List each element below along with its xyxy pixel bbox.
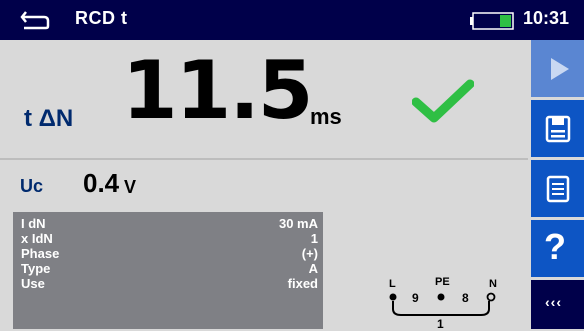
tdn-label: t ΔN xyxy=(24,105,74,132)
play-icon xyxy=(551,58,569,80)
help-icon: ? xyxy=(544,226,566,267)
parameter-row[interactable]: I dN 30 mA xyxy=(21,216,318,231)
uc-unit: V xyxy=(124,177,137,197)
start-button[interactable] xyxy=(531,40,584,99)
terminal-number-left: 9 xyxy=(412,291,419,305)
terminal-diagram: L PE N 9 8 1 xyxy=(389,276,497,329)
terminal-l-dot xyxy=(389,293,397,301)
terminal-pe-dot xyxy=(437,293,445,301)
list-icon xyxy=(546,175,570,203)
status-bar: RCD t 10:31 xyxy=(0,0,584,40)
parameter-row[interactable]: Use fixed xyxy=(21,276,318,291)
uc-value: 0.4 xyxy=(83,168,120,198)
clock: 10:31 xyxy=(523,8,570,28)
parameter-name: x IdN xyxy=(21,231,53,246)
more-options-button[interactable]: ‹‹‹ xyxy=(531,280,584,331)
uc-label: Uc xyxy=(20,176,44,196)
parameter-row[interactable]: x IdN 1 xyxy=(21,231,318,246)
terminal-label-n: N xyxy=(489,278,497,290)
parameter-name: I dN xyxy=(21,216,46,231)
page-title: RCD t xyxy=(75,8,128,28)
terminal-number-bottom: 1 xyxy=(437,317,444,329)
parameter-value: A xyxy=(308,261,318,276)
measurement-panel: t ΔN 11.5 ms Uc 0.4 V I dN 30 mA x IdN 1… xyxy=(0,40,528,329)
terminal-n-dot xyxy=(486,292,496,302)
save-icon xyxy=(545,115,571,143)
parameter-row[interactable]: Phase (+) xyxy=(21,246,318,261)
parameter-name: Use xyxy=(21,276,45,291)
tdn-value: 11.5 xyxy=(122,44,313,137)
parameter-name: Type xyxy=(21,261,51,276)
terminal-number-right: 8 xyxy=(462,291,469,305)
battery-icon xyxy=(470,12,514,30)
parameter-value: (+) xyxy=(301,246,318,261)
parameter-panel[interactable]: I dN 30 mA x IdN 1 Phase (+) Type A Use … xyxy=(13,212,323,329)
sidebar: ? ‹‹‹ xyxy=(528,40,584,331)
terminal-label-pe: PE xyxy=(435,276,450,288)
help-button[interactable]: ? xyxy=(531,220,584,279)
parameter-row[interactable]: Type A xyxy=(21,261,318,276)
terminal-connection xyxy=(392,301,490,316)
parameter-value: 1 xyxy=(310,231,318,246)
save-button[interactable] xyxy=(531,100,584,159)
parameter-value: 30 mA xyxy=(278,216,318,231)
results-list-button[interactable] xyxy=(531,160,584,219)
parameter-name: Phase xyxy=(21,246,60,261)
divider xyxy=(0,158,528,160)
back-arrow-icon[interactable] xyxy=(20,8,52,32)
checkmark-icon xyxy=(412,79,474,123)
parameter-value: fixed xyxy=(287,276,318,291)
more-options-icon: ‹‹‹ xyxy=(545,294,562,310)
tdn-unit: ms xyxy=(310,104,342,129)
terminal-label-l: L xyxy=(389,278,396,290)
